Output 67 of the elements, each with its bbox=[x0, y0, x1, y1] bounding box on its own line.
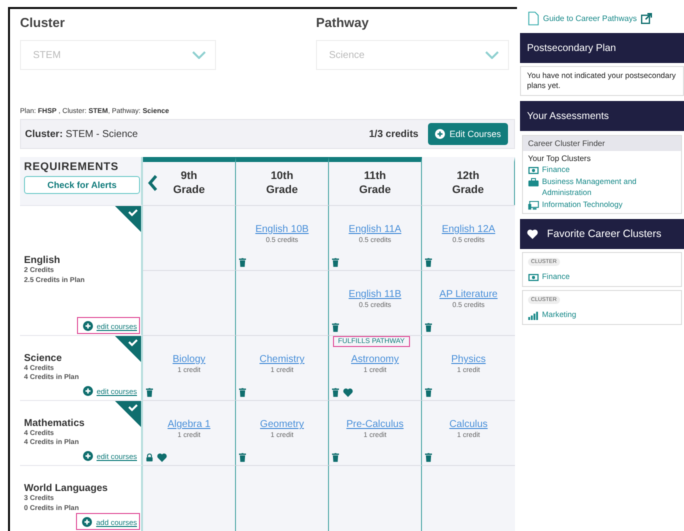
course-link[interactable]: English 11B bbox=[348, 289, 402, 300]
requirement-name: Mathematics bbox=[24, 418, 86, 429]
course-link[interactable]: English 11A bbox=[348, 224, 402, 235]
heart-icon bbox=[527, 228, 538, 239]
plus-icon bbox=[435, 129, 446, 139]
trash-icon[interactable] bbox=[332, 453, 339, 462]
trash-icon[interactable] bbox=[425, 388, 432, 397]
course-link[interactable]: Pre-Calculus bbox=[346, 419, 404, 430]
field-label: Pathway bbox=[316, 15, 370, 30]
requirement-name: World Languages bbox=[24, 483, 109, 494]
requirement-name: English bbox=[24, 255, 62, 266]
trash-icon[interactable] bbox=[332, 258, 339, 267]
grade-header: 10th Grade bbox=[236, 157, 329, 205]
requirement-name: Science bbox=[24, 352, 63, 364]
trash-icon[interactable] bbox=[239, 258, 246, 267]
lock-icon bbox=[146, 453, 153, 462]
external-link-icon bbox=[640, 12, 652, 24]
course-link[interactable]: Algebra 1 bbox=[168, 419, 210, 430]
check-alerts-button[interactable]: Check for Alerts bbox=[24, 176, 140, 194]
panel-header: Postsecondary Plan bbox=[520, 33, 684, 63]
panel-header: Your Assessments bbox=[520, 101, 684, 132]
grade-header: 9th Grade bbox=[143, 157, 236, 205]
trash-icon[interactable] bbox=[425, 453, 432, 462]
trash-icon[interactable] bbox=[425, 258, 432, 267]
plus-icon bbox=[82, 451, 93, 461]
trash-icon[interactable] bbox=[332, 323, 339, 332]
course-link[interactable]: AP Literature bbox=[439, 289, 498, 300]
top-clusters-label: Your Top Clusters bbox=[528, 154, 592, 164]
guide-link[interactable]: Guide to Career Pathways bbox=[528, 10, 684, 26]
chevron-down-icon bbox=[192, 51, 206, 59]
computer-icon bbox=[528, 200, 539, 210]
briefcase-icon bbox=[528, 178, 539, 188]
course-link[interactable]: English 12A bbox=[442, 224, 496, 235]
chevron-down-icon bbox=[485, 51, 499, 59]
money-icon bbox=[528, 272, 539, 282]
heart-icon[interactable] bbox=[157, 453, 167, 462]
edit-courses-button[interactable]: Edit Courses bbox=[428, 123, 508, 145]
heart-icon[interactable] bbox=[343, 388, 353, 397]
course-link[interactable]: Calculus bbox=[449, 419, 488, 430]
credit-count: 1/3 credits bbox=[368, 128, 418, 140]
bar-chart-icon bbox=[528, 310, 539, 320]
course-link[interactable]: Biology bbox=[172, 354, 206, 365]
trash-icon[interactable] bbox=[146, 388, 153, 397]
dropdown-field[interactable]: Science bbox=[316, 40, 509, 70]
panel-title: Favorite Career Clusters bbox=[547, 228, 662, 240]
course-link[interactable]: Geometry bbox=[260, 419, 304, 430]
course-link[interactable]: Physics bbox=[451, 354, 486, 365]
plus-icon bbox=[82, 386, 93, 396]
field-label: Cluster bbox=[20, 15, 66, 30]
trash-icon[interactable] bbox=[332, 388, 339, 397]
requirements-heading: REQUIREMENTS bbox=[24, 161, 120, 173]
trash-icon[interactable] bbox=[239, 453, 246, 462]
course-link[interactable]: Chemistry bbox=[259, 354, 304, 365]
money-icon bbox=[528, 166, 539, 176]
chevron-left-icon[interactable] bbox=[148, 175, 158, 191]
course-link[interactable]: English 10B bbox=[255, 224, 309, 235]
trash-icon[interactable] bbox=[425, 323, 432, 332]
trash-icon[interactable] bbox=[239, 388, 246, 397]
grade-header: 12th Grade bbox=[422, 157, 515, 205]
grade-header: 11th Grade bbox=[329, 157, 422, 205]
cluster-title: Cluster: STEM - Science bbox=[25, 128, 139, 140]
card-header: Career Cluster Finder bbox=[523, 136, 681, 152]
course-link[interactable]: Astronomy bbox=[351, 354, 399, 365]
plus-icon bbox=[82, 321, 93, 331]
plus-icon bbox=[82, 517, 92, 527]
document-icon bbox=[528, 10, 539, 26]
dropdown-field[interactable]: STEM bbox=[20, 40, 216, 70]
